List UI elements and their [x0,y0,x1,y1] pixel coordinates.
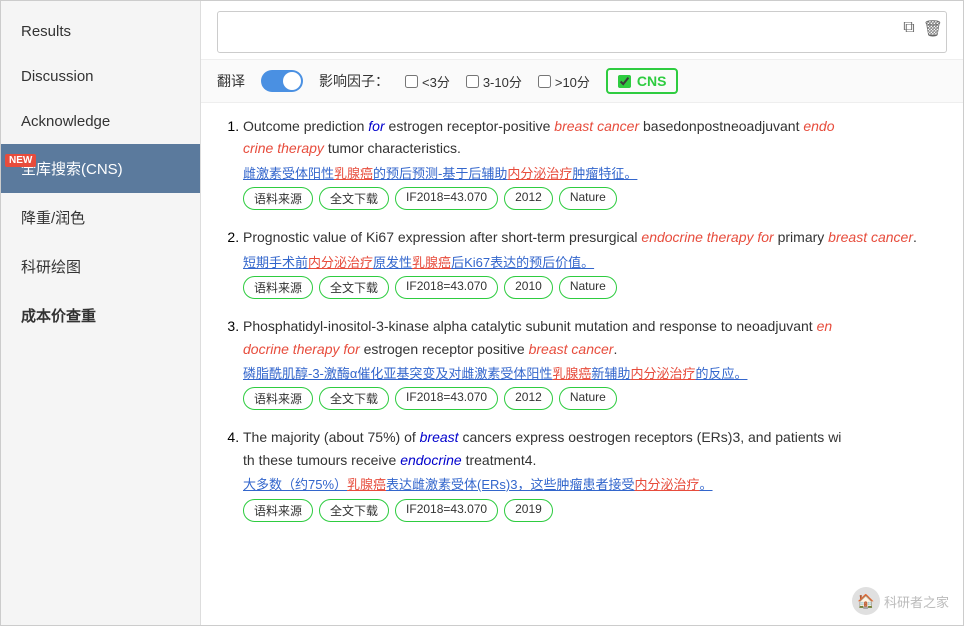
tag-year-1[interactable]: 2012 [504,187,553,210]
result-translation-1: 雌激素受体阳性乳腺癌的预后预测-基于后辅助内分泌治疗肿瘤特征。 [243,164,943,184]
sidebar-item-fullsearch-cns[interactable]: NEW 全库搜索(CNS) [1,144,200,193]
sidebar-item-research-chart-label: 科研绘图 [21,259,81,276]
sidebar-item-discussion-label: Discussion [21,68,94,85]
search-bar-area: ⧉ 🗑 [201,1,963,60]
tag-if-2[interactable]: IF2018=43.070 [395,276,498,299]
sidebar: Results Discussion Acknowledge NEW 全库搜索(… [1,1,201,625]
result-tags-3: 语料来源 全文下载 IF2018=43.070 2012 Nature [243,387,943,410]
tag-fulltext-4[interactable]: 全文下载 [319,499,389,522]
result-translation-4: 大多数（约75%）乳腺癌表达雌激素受体(ERs)3，这些肿瘤患者接受内分泌治疗。 [243,475,943,495]
translate-label: 翻译 [217,71,245,91]
tag-source-1[interactable]: 语料来源 [243,187,313,210]
tag-year-4[interactable]: 2019 [504,499,553,522]
result-item-4: The majority (about 75%) of breast cance… [243,426,943,521]
new-badge: NEW [5,154,36,167]
sidebar-item-acknowledge[interactable]: Acknowledge [1,99,200,144]
result-title-3: Phosphatidyl-inositol-3-kinase alpha cat… [243,318,832,356]
result-translation-2: 短期手术前内分泌治疗原发性乳腺癌后Ki67表达的预后价值。 [243,253,943,273]
filter-gt10[interactable]: >10分 [538,72,590,91]
filter-mid[interactable]: 3-10分 [466,72,522,91]
copy-icon[interactable]: ⧉ [903,19,914,39]
result-translation-3: 磷脂酰肌醇-3-激酶α催化亚基突变及对雌激素受体阳性乳腺癌新辅助内分泌治疗的反应… [243,364,943,384]
filter-cns-label: CNS [637,73,667,89]
result-title-4: The majority (about 75%) of breast cance… [243,429,841,467]
sidebar-item-results-label: Results [21,23,71,40]
translate-toggle[interactable] [261,70,303,92]
sidebar-item-research-chart[interactable]: 科研绘图 [1,242,200,291]
result-tags-4: 语料来源 全文下载 IF2018=43.070 2019 [243,499,943,522]
result-tags-1: 语料来源 全文下载 IF2018=43.070 2012 Nature [243,187,943,210]
tag-journal-2[interactable]: Nature [559,276,617,299]
result-item-2: Prognostic value of Ki67 expression afte… [243,226,943,299]
delete-icon[interactable]: 🗑 [923,19,943,39]
tag-fulltext-2[interactable]: 全文下载 [319,276,389,299]
filter-lt3-checkbox[interactable] [405,75,418,88]
result-title-1: Outcome prediction for estrogen receptor… [243,118,835,156]
result-item-1: Outcome prediction for estrogen receptor… [243,115,943,210]
tag-if-3[interactable]: IF2018=43.070 [395,387,498,410]
search-icon-group: ⧉ 🗑 [903,19,943,39]
results-list: Outcome prediction for estrogen receptor… [201,103,963,625]
tag-source-4[interactable]: 语料来源 [243,499,313,522]
tag-if-4[interactable]: IF2018=43.070 [395,499,498,522]
tag-if-1[interactable]: IF2018=43.070 [395,187,498,210]
main-content: ⧉ 🗑 翻译 影响因子： <3分 3-10分 >10分 C [201,1,963,625]
tag-source-2[interactable]: 语料来源 [243,276,313,299]
tag-fulltext-3[interactable]: 全文下载 [319,387,389,410]
tag-journal-3[interactable]: Nature [559,387,617,410]
sidebar-item-acknowledge-label: Acknowledge [21,113,110,130]
influence-label: 影响因子： [319,71,389,91]
app-container: Results Discussion Acknowledge NEW 全库搜索(… [0,0,964,626]
tag-journal-1[interactable]: Nature [559,187,617,210]
result-tags-2: 语料来源 全文下载 IF2018=43.070 2010 Nature [243,276,943,299]
filter-gt10-checkbox[interactable] [538,75,551,88]
filters-bar: 翻译 影响因子： <3分 3-10分 >10分 CNS [201,60,963,103]
sidebar-item-cost-recheck[interactable]: 成本价查重 [1,291,200,340]
result-item-3: Phosphatidyl-inositol-3-kinase alpha cat… [243,315,943,410]
tag-year-3[interactable]: 2012 [504,387,553,410]
tag-fulltext-1[interactable]: 全文下载 [319,187,389,210]
result-title-2: Prognostic value of Ki67 expression afte… [243,229,917,245]
tag-source-3[interactable]: 语料来源 [243,387,313,410]
filter-lt3-label: <3分 [422,72,450,91]
sidebar-item-decline-run-label: 降重/润色 [21,210,85,227]
filter-gt10-label: >10分 [555,72,590,91]
sidebar-item-results[interactable]: Results [1,9,200,54]
filter-mid-label: 3-10分 [483,72,522,91]
sidebar-item-fullsearch-cns-label: 全库搜索(CNS) [21,161,123,178]
tag-year-2[interactable]: 2010 [504,276,553,299]
filter-mid-checkbox[interactable] [466,75,479,88]
search-input[interactable] [217,11,947,53]
sidebar-item-decline-run[interactable]: 降重/润色 [1,193,200,242]
filter-cns-checkbox[interactable] [618,75,631,88]
sidebar-item-cost-recheck-label: 成本价查重 [21,308,96,325]
filter-cns[interactable]: CNS [606,68,679,94]
filter-lt3[interactable]: <3分 [405,72,450,91]
sidebar-item-discussion[interactable]: Discussion [1,54,200,99]
